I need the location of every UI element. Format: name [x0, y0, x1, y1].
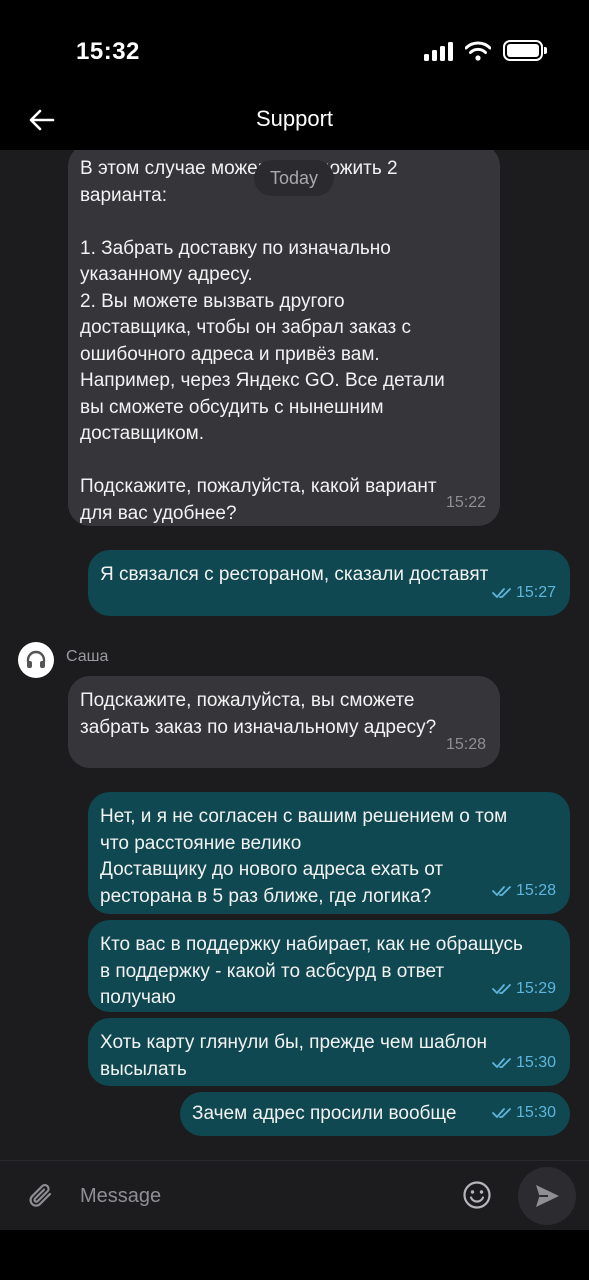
message-text: Кто вас в поддержку набирает, как не обр… [100, 934, 523, 1008]
chat-title: Support [255, 106, 334, 131]
send-button[interactable] [518, 1167, 576, 1225]
message-time: 15:28 [492, 878, 556, 905]
status-bar: 15:32 [0, 0, 589, 100]
message-time-text: 15:27 [515, 583, 556, 601]
status-icons [424, 40, 547, 61]
message-time: 15:27 [492, 580, 556, 607]
double-check-icon [492, 1057, 511, 1068]
message-time-text: 15:22 [445, 493, 486, 511]
send-icon [536, 1185, 559, 1207]
message-time: 15:29 [492, 976, 556, 1003]
message-time-text: 15:29 [515, 979, 556, 997]
attach-button[interactable] [22, 1177, 60, 1215]
date-separator: Today [254, 160, 334, 196]
message-bubble-outgoing[interactable]: Зачем адрес просили вообще 15:30 [180, 1092, 570, 1136]
chat-header: Support [0, 88, 589, 150]
avatar[interactable] [18, 642, 54, 678]
smiley-icon [463, 1181, 491, 1209]
message-list[interactable]: В этом случае можем предложить 2 вариант… [0, 150, 589, 1160]
paperclip-icon [29, 1184, 52, 1207]
message-text: В этом случае можем предложить 2 вариант… [80, 158, 445, 524]
message-time: 15:22 [446, 490, 486, 517]
double-check-icon [492, 983, 511, 994]
message-text: Нет, и я не согласен с вашим решением о … [100, 806, 508, 907]
message-time: 15:30 [492, 1050, 556, 1077]
message-time-text: 15:28 [515, 881, 556, 899]
sender-name: Саша [66, 648, 109, 665]
message-time: 15:28 [446, 732, 486, 759]
message-time-text: 15:30 [515, 1103, 556, 1121]
double-check-icon [492, 1107, 511, 1118]
message-text: Я связался с рестораном, сказали доставя… [100, 564, 489, 585]
message-bubble-incoming[interactable]: В этом случае можем предложить 2 вариант… [68, 150, 500, 526]
message-time: 15:30 [492, 1100, 556, 1127]
message-text: Подскажите, пожалуйста, вы сможете забра… [80, 690, 437, 738]
headset-icon [26, 650, 46, 668]
home-indicator-area [0, 1230, 589, 1280]
status-time: 15:32 [76, 38, 140, 65]
battery-icon [503, 40, 547, 61]
wifi-icon [465, 41, 491, 61]
message-bubble-outgoing[interactable]: Я связался с рестораном, сказали доставя… [88, 550, 570, 616]
double-check-icon [492, 885, 511, 896]
double-check-icon [492, 587, 511, 598]
message-bubble-outgoing[interactable]: Кто вас в поддержку набирает, как не обр… [88, 920, 570, 1012]
message-bubble-outgoing[interactable]: Нет, и я не согласен с вашим решением о … [88, 792, 570, 914]
emoji-button[interactable] [460, 1178, 494, 1212]
composer-bar [0, 1160, 589, 1230]
message-time-text: 15:28 [445, 735, 486, 753]
message-bubble-outgoing[interactable]: Хоть карту глянули бы, прежде чем шаблон… [88, 1018, 570, 1086]
message-text: Хоть карту глянули бы, прежде чем шаблон… [100, 1032, 488, 1080]
message-input[interactable] [80, 1175, 440, 1217]
message-time-text: 15:30 [515, 1053, 556, 1071]
cellular-signal-icon [424, 41, 453, 61]
message-bubble-incoming[interactable]: Подскажите, пожалуйста, вы сможете забра… [68, 676, 500, 768]
